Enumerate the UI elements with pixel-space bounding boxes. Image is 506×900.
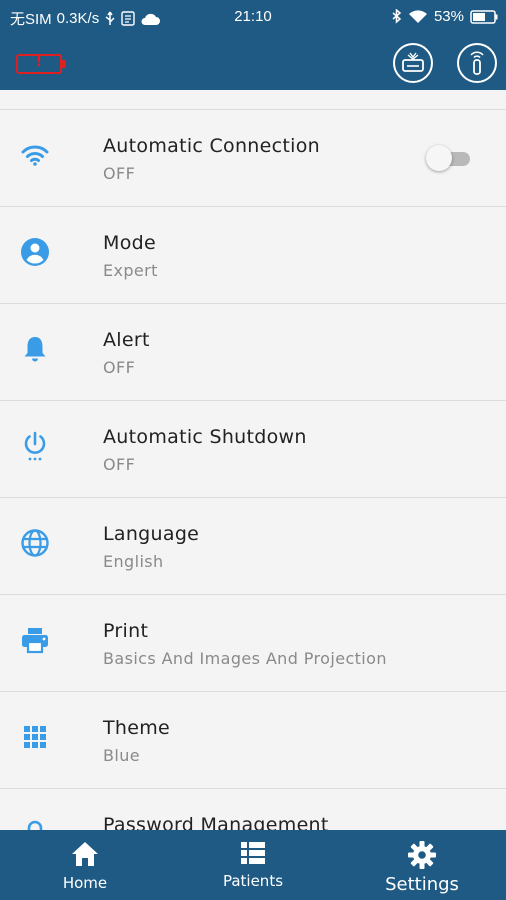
setting-title: Password Management	[103, 814, 329, 830]
nav-patients-label: Patients	[222, 872, 284, 890]
setting-title: Theme	[103, 717, 171, 739]
setting-theme[interactable]: Theme Blue	[0, 692, 506, 789]
bell-icon	[20, 334, 50, 364]
bottom-nav: Home Patients Settings	[0, 830, 506, 900]
battery-warning-symbol: !	[36, 55, 42, 70]
setting-value: English	[103, 552, 164, 571]
list-top-divider	[0, 90, 506, 110]
status-right: 53%	[392, 8, 498, 25]
nav-patients[interactable]: Patients	[208, 830, 298, 900]
ultrasound-scanner-button[interactable]	[393, 43, 433, 83]
setting-alert[interactable]: Alert OFF	[0, 304, 506, 401]
setting-value: Basics And Images And Projection	[103, 649, 387, 668]
battery-icon	[470, 9, 498, 24]
status-bar: 无SIM 0.3K/s 21:10 53%	[0, 0, 506, 34]
toggle-knob	[426, 145, 452, 171]
power-icon	[20, 431, 50, 461]
device-battery-warning-icon: !	[16, 54, 66, 74]
setting-password-management[interactable]: Password Management	[0, 789, 506, 830]
setting-title: Mode	[103, 232, 156, 254]
nav-settings[interactable]: Settings	[375, 830, 469, 900]
setting-value: OFF	[103, 164, 136, 183]
grid-icon	[20, 722, 50, 752]
setting-title: Language	[103, 523, 200, 545]
wifi-status-icon	[408, 9, 428, 24]
battery-percent: 53%	[433, 8, 464, 25]
wifi-icon	[20, 140, 50, 170]
setting-title: Automatic Connection	[103, 135, 320, 157]
automatic-connection-toggle[interactable]	[426, 145, 472, 171]
setting-value: Blue	[103, 746, 141, 765]
setting-mode[interactable]: Mode Expert	[0, 207, 506, 304]
setting-language[interactable]: Language English	[0, 498, 506, 595]
printer-icon	[20, 625, 50, 655]
setting-value: OFF	[103, 455, 136, 474]
nav-home-label: Home	[62, 874, 108, 892]
settings-list: Automatic Connection OFF Mode Expert Ale…	[0, 90, 506, 830]
nav-settings-label: Settings	[385, 874, 459, 895]
app-bar: !	[0, 34, 506, 90]
bluetooth-icon	[392, 9, 402, 24]
account-icon	[20, 237, 50, 267]
probe-icon	[470, 51, 484, 75]
setting-title: Alert	[103, 329, 150, 351]
setting-title: Print	[103, 620, 149, 642]
setting-value: Expert	[103, 261, 158, 280]
gear-icon	[408, 841, 436, 869]
setting-automatic-connection[interactable]: Automatic Connection OFF	[0, 110, 506, 207]
setting-value: OFF	[103, 358, 136, 377]
setting-automatic-shutdown[interactable]: Automatic Shutdown OFF	[0, 401, 506, 498]
setting-print[interactable]: Print Basics And Images And Projection	[0, 595, 506, 692]
globe-icon	[20, 528, 50, 558]
setting-title: Automatic Shutdown	[103, 426, 307, 448]
nav-home[interactable]: Home	[45, 830, 125, 900]
wireless-probe-button[interactable]	[457, 43, 497, 83]
lock-icon	[20, 819, 50, 830]
home-icon	[72, 842, 98, 866]
list-icon	[241, 842, 265, 864]
scanner-icon	[402, 52, 424, 72]
